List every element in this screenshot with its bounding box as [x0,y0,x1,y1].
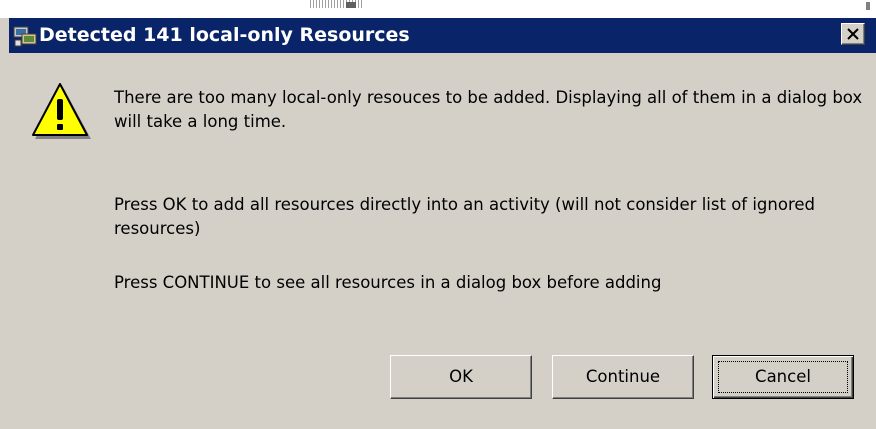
background-scroll-mark [866,2,870,10]
close-icon [847,28,859,40]
dialog-title: Detected 141 local-only Resources [39,24,410,46]
message-ok-instruction: Press OK to add all resources directly i… [114,195,816,238]
background-window-edge [0,0,876,18]
dialog-titlebar[interactable]: Detected 141 local-only Resources [9,18,876,53]
background-grip-mark [346,2,356,8]
warning-triangle-icon [30,81,94,145]
cancel-button-label: Cancel [718,361,848,393]
message-continue-instruction: Press CONTINUE to see all resources in a… [114,273,662,292]
cancel-button[interactable]: Cancel [712,355,854,399]
ok-button[interactable]: OK [390,355,532,399]
continue-button[interactable]: Continue [552,355,694,399]
resources-dialog: Detected 141 local-only Resources There … [9,18,876,429]
resources-app-icon [13,24,37,48]
message-too-many-resources: There are too many local-only resouces t… [114,88,863,131]
close-button[interactable] [841,23,865,45]
